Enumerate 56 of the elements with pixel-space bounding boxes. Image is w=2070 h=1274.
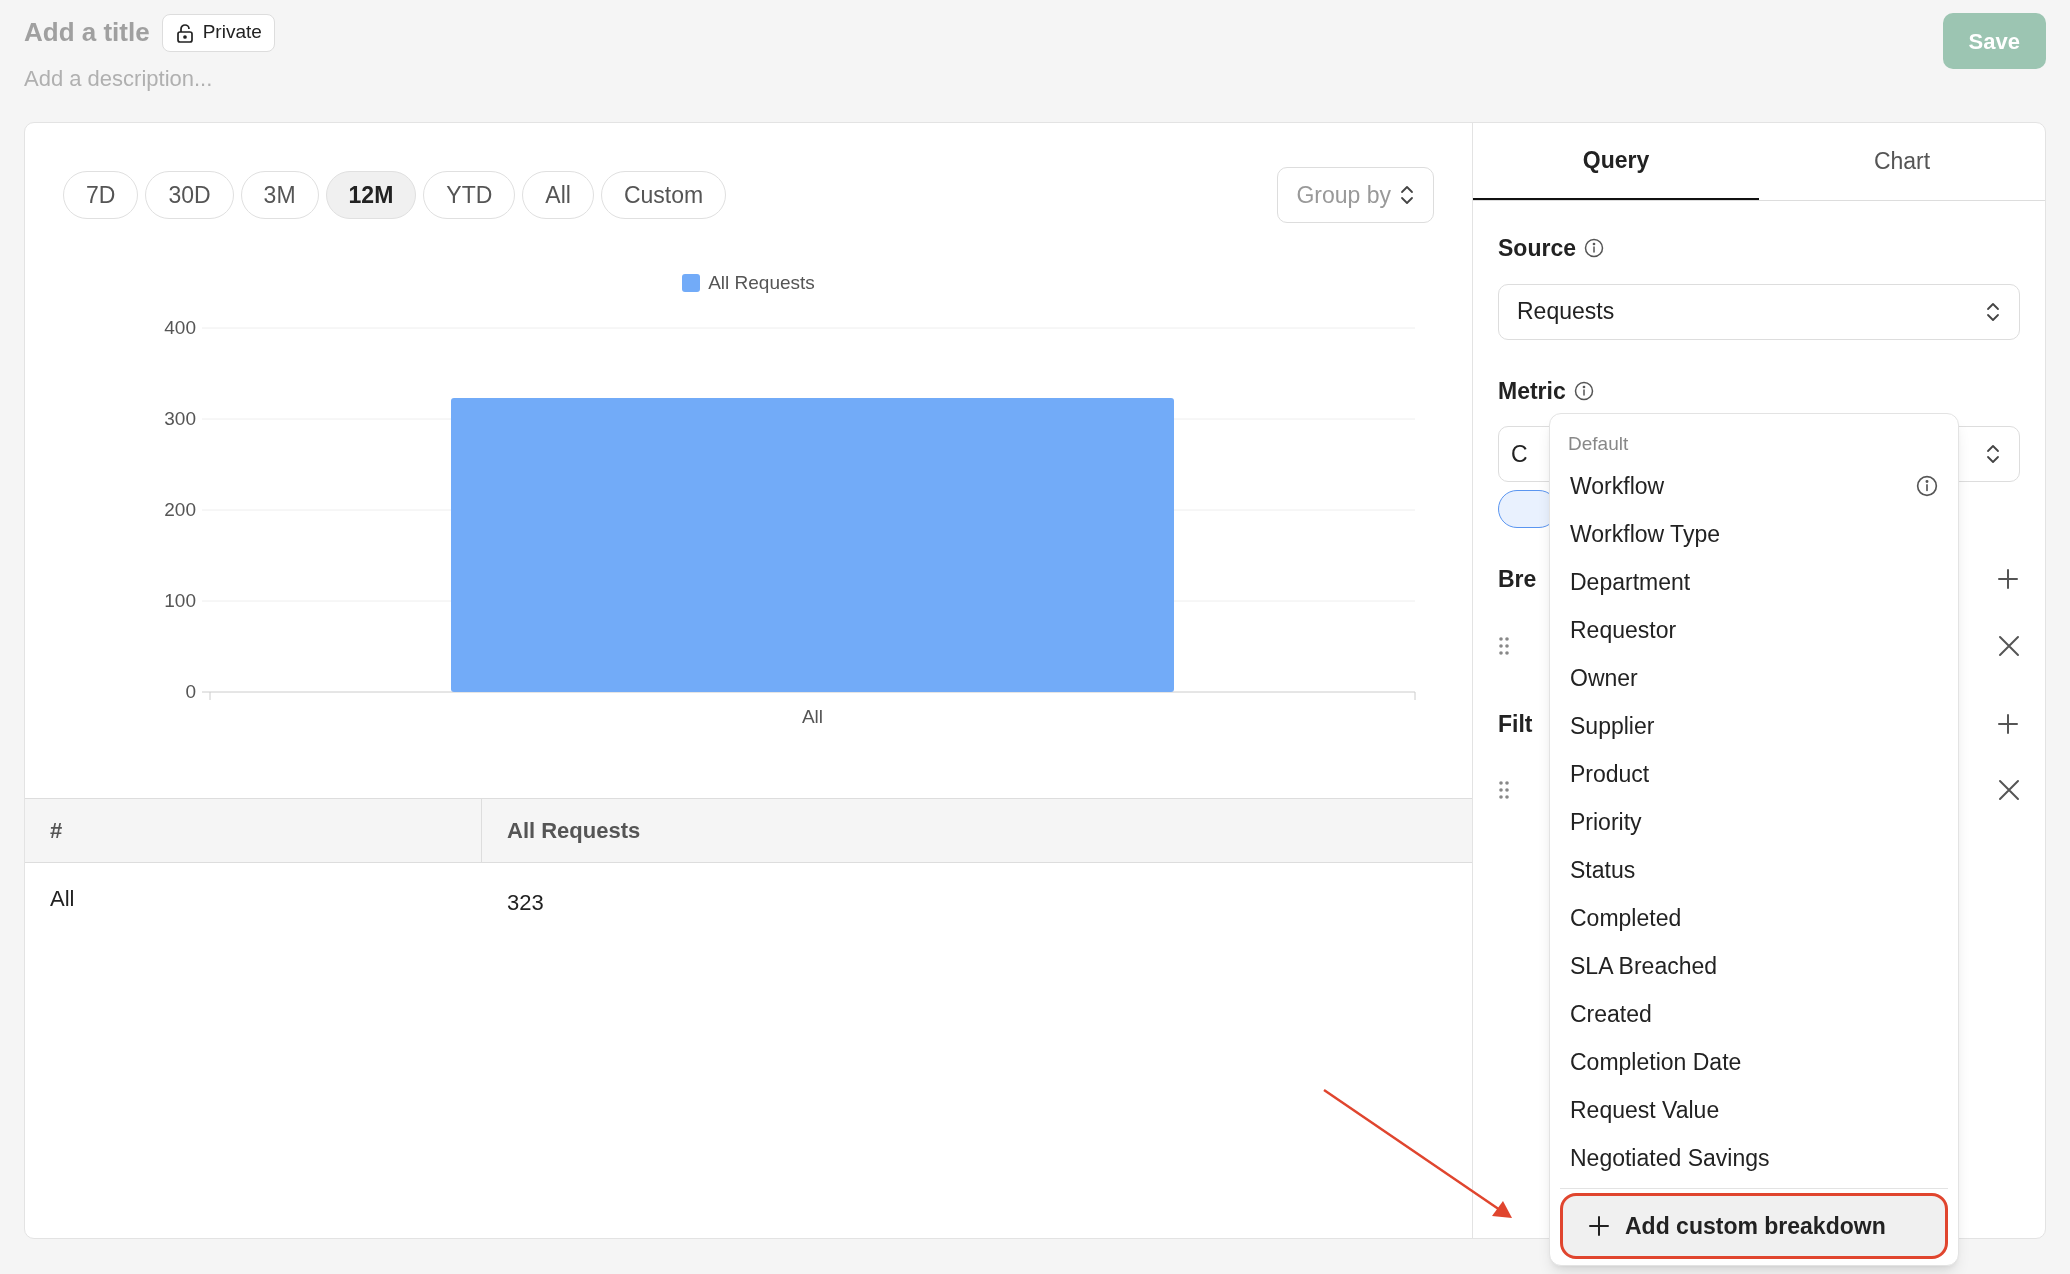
menu-item[interactable]: Owner (1560, 654, 1948, 702)
table-cell-text: All (49, 884, 76, 913)
menu-item[interactable]: Created (1560, 990, 1948, 1038)
menu-section-label: Default (1567, 431, 1630, 456)
info-icon (1916, 475, 1938, 497)
filters-label: Filt (1498, 709, 1533, 739)
metric-label: Metric (1498, 376, 1566, 406)
menu-item[interactable]: Request Value (1560, 1086, 1948, 1134)
info-icon (1573, 380, 1594, 401)
plus-icon[interactable] (1996, 567, 2020, 592)
column-header: All Requests (506, 816, 642, 845)
time-range-pill[interactable]: 7D (63, 171, 139, 219)
close-icon[interactable] (1998, 779, 2020, 801)
y-axis-label: 0 (184, 680, 196, 702)
menu-item[interactable]: Workflow Type (1560, 510, 1948, 558)
x-axis-label: All (801, 705, 823, 727)
add-custom-breakdown-button[interactable]: Add custom breakdown (1560, 1193, 1948, 1259)
lock-icon (174, 22, 195, 43)
menu-item[interactable]: Supplier (1560, 702, 1948, 750)
info-icon (1584, 238, 1604, 259)
panel-tab[interactable]: Chart (1759, 123, 2045, 200)
menu-item[interactable]: Department (1560, 558, 1948, 606)
plus-icon (1587, 1214, 1611, 1238)
panel-tab[interactable]: Query (1473, 123, 1759, 200)
source-select[interactable]: Requests (1498, 283, 2020, 340)
chevron-updown-icon (1399, 183, 1415, 207)
menu-item[interactable]: Status (1560, 846, 1948, 894)
y-axis-label: 100 (163, 589, 196, 611)
plus-icon[interactable] (1996, 711, 2020, 736)
time-range-pill[interactable]: All (522, 171, 594, 219)
column-header: # (25, 798, 482, 862)
menu-item[interactable]: Product (1560, 750, 1948, 798)
menu-item[interactable]: SLA Breached (1560, 942, 1948, 990)
table-cell-text: 323 (506, 888, 545, 917)
legend-label: All Requests (708, 271, 815, 295)
time-range-pill[interactable]: 30D (145, 171, 234, 219)
time-range-pill[interactable]: YTD (423, 171, 516, 219)
chevron-updown-icon (1985, 442, 2001, 466)
close-icon[interactable] (1998, 634, 2020, 657)
menu-item[interactable]: Completed (1560, 894, 1948, 942)
y-axis-label: 200 (163, 498, 196, 520)
menu-item[interactable]: Negotiated Savings (1560, 1134, 1948, 1182)
breakdowns-label: Bre (1498, 565, 1537, 594)
drag-handle-icon[interactable] (1498, 780, 1510, 800)
drag-handle-icon[interactable] (1498, 635, 1510, 656)
privacy-button[interactable]: Private (161, 13, 275, 52)
menu-item[interactable]: Requestor (1560, 606, 1948, 654)
time-range-pill[interactable]: 12M (325, 171, 417, 219)
menu-item[interactable]: Priority (1560, 798, 1948, 846)
menu-item[interactable]: Workflow (1560, 462, 1948, 510)
time-range-pill[interactable]: 3M (240, 171, 319, 219)
source-label: Source (1498, 234, 1576, 263)
menu-item[interactable]: Completion Date (1560, 1038, 1948, 1086)
y-axis-label: 400 (163, 316, 196, 338)
time-range-pill[interactable]: Custom (600, 171, 727, 219)
y-axis-label: 300 (163, 407, 196, 429)
